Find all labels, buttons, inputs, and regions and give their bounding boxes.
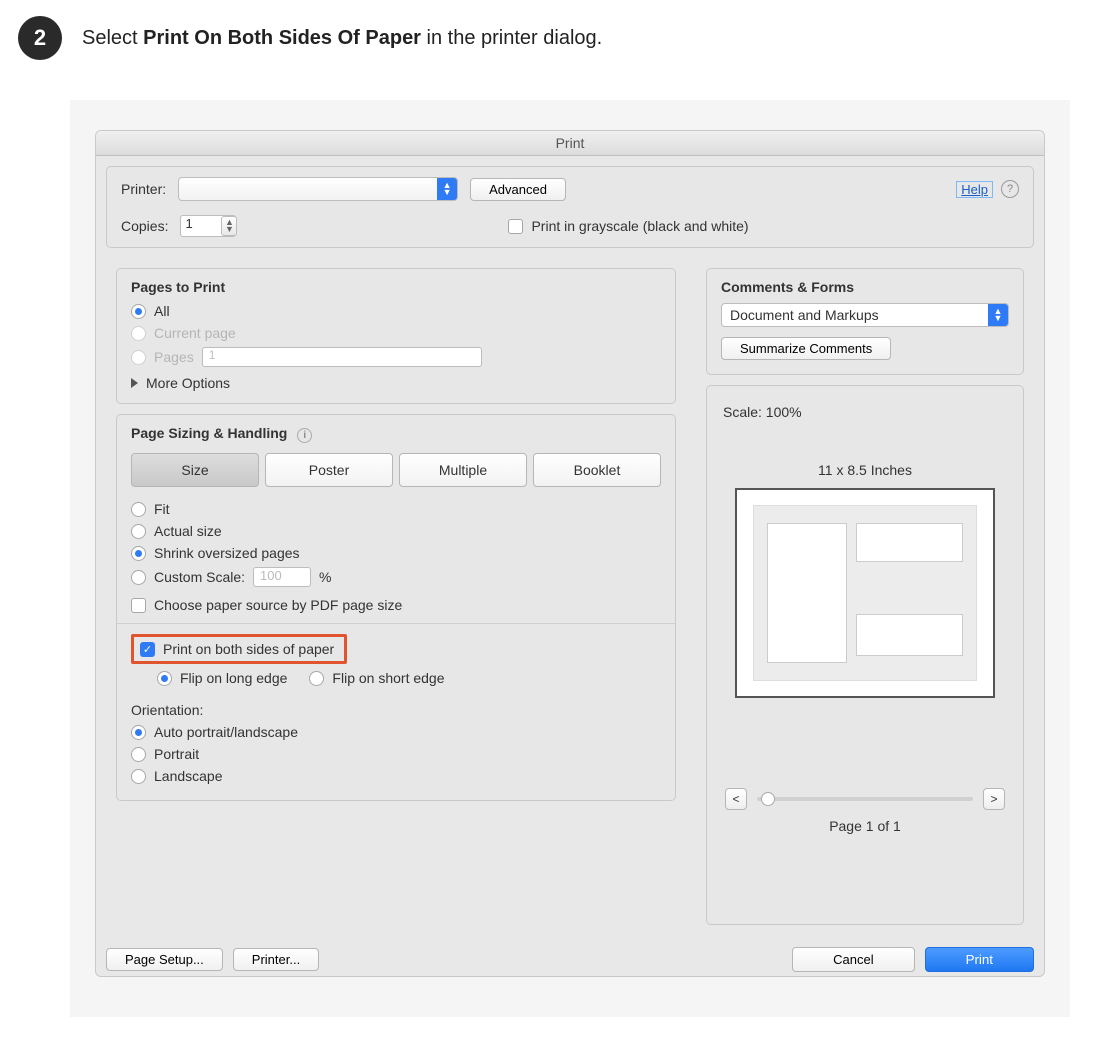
preview-slider[interactable]	[757, 797, 973, 801]
preview-dimensions: 11 x 8.5 Inches	[721, 462, 1009, 478]
advanced-button[interactable]: Advanced	[470, 178, 566, 201]
label-landscape: Landscape	[154, 768, 223, 784]
radio-fit[interactable]	[131, 502, 146, 517]
label-flip-short-edge: Flip on short edge	[332, 670, 444, 686]
label-all: All	[154, 303, 170, 319]
help-link[interactable]: Help	[956, 181, 993, 198]
percent-label: %	[319, 569, 331, 585]
label-flip-long-edge: Flip on long edge	[180, 670, 287, 686]
top-section: Printer: ▲▼ Advanced Help ? Copies: 1 ▲▼	[106, 166, 1034, 248]
page-sizing-section: Page Sizing & Handling i Size Poster Mul…	[116, 414, 676, 801]
copies-value: 1	[185, 216, 192, 231]
preview-content	[753, 505, 977, 682]
preview-next-button[interactable]: >	[983, 788, 1005, 810]
radio-custom-scale[interactable]	[131, 570, 146, 585]
more-options-label: More Options	[146, 375, 230, 391]
radio-all[interactable]	[131, 304, 146, 319]
label-shrink: Shrink oversized pages	[154, 545, 300, 561]
step-row: 2 Select Print On Both Sides Of Paper in…	[0, 0, 1108, 100]
print-dialog: Print Printer: ▲▼ Advanced Help ? Copies…	[95, 130, 1045, 977]
pages-input[interactable]: 1	[202, 347, 482, 367]
more-options-disclosure[interactable]: More Options	[131, 375, 661, 391]
printer-label: Printer:	[121, 181, 166, 197]
step-text: Select Print On Both Sides Of Paper in t…	[82, 27, 602, 50]
custom-scale-input[interactable]: 100	[253, 567, 311, 587]
choose-paper-source-checkbox[interactable]	[131, 598, 146, 613]
grayscale-label: Print in grayscale (black and white)	[531, 218, 748, 234]
summarize-comments-button[interactable]: Summarize Comments	[721, 337, 891, 360]
radio-landscape[interactable]	[131, 769, 146, 784]
both-sides-label: Print on both sides of paper	[163, 641, 334, 657]
help-icon[interactable]: ?	[1001, 180, 1019, 198]
preview-thumbnail	[735, 488, 995, 698]
seg-poster[interactable]: Poster	[265, 453, 393, 487]
dialog-footer: Page Setup... Printer... Cancel Print	[96, 935, 1044, 976]
dialog-title: Print	[96, 131, 1044, 156]
comments-forms-value: Document and Markups	[730, 307, 879, 323]
page-indicator: Page 1 of 1	[721, 818, 1009, 834]
comments-forms-section: Comments & Forms Document and Markups ▲▼…	[706, 268, 1024, 375]
radio-actual-size[interactable]	[131, 524, 146, 539]
scale-label: Scale: 100%	[721, 396, 1009, 422]
step-number-badge: 2	[18, 16, 62, 60]
preview-prev-button[interactable]: <	[725, 788, 747, 810]
page-sizing-title: Page Sizing & Handling i	[131, 425, 661, 443]
label-current-page: Current page	[154, 325, 236, 341]
radio-current-page[interactable]	[131, 326, 146, 341]
radio-pages[interactable]	[131, 350, 146, 365]
printer-button[interactable]: Printer...	[233, 948, 319, 971]
comments-forms-title: Comments & Forms	[721, 279, 1009, 295]
orientation-title: Orientation:	[131, 702, 661, 718]
step-suffix: in the printer dialog.	[421, 27, 602, 49]
preview-section: Scale: 100% 11 x 8.5 Inches <	[706, 385, 1024, 925]
comments-forms-select[interactable]: Document and Markups ▲▼	[721, 303, 1009, 327]
printer-select[interactable]: ▲▼	[178, 177, 458, 201]
info-icon[interactable]: i	[297, 428, 312, 443]
radio-auto-orientation[interactable]	[131, 725, 146, 740]
label-pages: Pages	[154, 349, 194, 365]
seg-size[interactable]: Size	[131, 453, 259, 487]
chevron-updown-icon[interactable]: ▲▼	[221, 216, 237, 236]
screenshot-frame: Print Printer: ▲▼ Advanced Help ? Copies…	[70, 100, 1070, 1017]
page-setup-button[interactable]: Page Setup...	[106, 948, 223, 971]
seg-booklet[interactable]: Booklet	[533, 453, 661, 487]
triangle-right-icon	[131, 378, 138, 388]
grayscale-checkbox[interactable]	[508, 219, 523, 234]
slider-thumb[interactable]	[761, 792, 775, 806]
chevron-updown-icon: ▲▼	[988, 304, 1008, 326]
cancel-button[interactable]: Cancel	[792, 947, 914, 972]
radio-shrink[interactable]	[131, 546, 146, 561]
highlight-both-sides: ✓ Print on both sides of paper	[131, 634, 347, 664]
label-portrait: Portrait	[154, 746, 199, 762]
both-sides-checkbox[interactable]: ✓	[140, 642, 155, 657]
page-sizing-title-text: Page Sizing & Handling	[131, 425, 287, 441]
choose-paper-source-label: Choose paper source by PDF page size	[154, 597, 402, 613]
radio-flip-short-edge[interactable]	[309, 671, 324, 686]
label-fit: Fit	[154, 501, 170, 517]
chevron-updown-icon: ▲▼	[437, 178, 457, 200]
label-actual-size: Actual size	[154, 523, 222, 539]
radio-portrait[interactable]	[131, 747, 146, 762]
copies-label: Copies:	[121, 218, 168, 234]
label-auto-orientation: Auto portrait/landscape	[154, 724, 298, 740]
pages-to-print-section: Pages to Print All Current page Pages 1	[116, 268, 676, 404]
copies-input[interactable]: 1 ▲▼	[180, 215, 236, 237]
pages-to-print-title: Pages to Print	[131, 279, 661, 295]
print-button[interactable]: Print	[925, 947, 1034, 972]
radio-flip-long-edge[interactable]	[157, 671, 172, 686]
step-bold: Print On Both Sides Of Paper	[143, 27, 421, 49]
label-custom-scale: Custom Scale:	[154, 569, 245, 585]
seg-multiple[interactable]: Multiple	[399, 453, 527, 487]
step-prefix: Select	[82, 27, 143, 49]
